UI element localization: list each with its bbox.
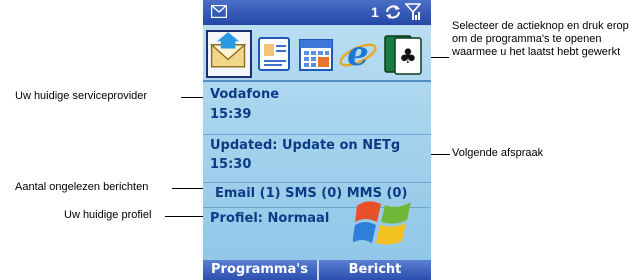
callout-service-provider: Uw huidige serviceprovider [15,90,148,102]
current-time: 15:39 [210,107,252,122]
sync-icon [386,5,400,19]
phone-home-screen: 1 e ♣ Vodafone 15:39 Updated: Update on … [203,0,431,280]
unread-count: 1 [371,4,379,20]
leader-line-unread [172,188,205,189]
envelope-icon[interactable] [211,5,227,18]
program-icon-row: e ♣ [203,30,431,80]
inbox-envelope-icon[interactable] [206,30,252,78]
callout-current-profile: Uw huidige profiel [64,209,152,221]
svg-text:e: e [347,34,369,74]
appointment-title: Updated: Update on NETg [210,138,401,153]
message-softkey[interactable]: Bericht [319,262,431,277]
current-profile: Profiel: Normaal [210,211,330,226]
callout-action-button: Selecteer de actieknop en druk erop om d… [452,20,629,58]
appointment-time: 15:30 [210,157,252,172]
leader-line-provider [181,97,205,98]
windows-logo-icon [353,201,411,245]
calendar-icon[interactable] [297,32,335,76]
leader-line-profile [165,216,205,217]
operator-time-section[interactable]: Vodafone 15:39 [203,80,431,135]
softkey-bar: Programma's Bericht [203,260,431,280]
callout-unread-messages: Aantal ongelezen berichten [15,181,149,193]
service-provider-name: Vodafone [210,87,280,102]
solitaire-cards-icon[interactable]: ♣ [381,32,425,76]
callout-next-appointment: Volgende afspraak [452,147,544,159]
svg-text:♣: ♣ [399,44,417,68]
internet-explorer-icon[interactable]: e [338,32,378,76]
next-appointment-section[interactable]: Updated: Update on NETg 15:30 [203,134,431,182]
status-bar: 1 [203,0,431,25]
signal-strength-icon [405,3,421,20]
contacts-card-icon[interactable] [255,32,293,76]
programs-softkey[interactable]: Programma's [203,262,316,277]
